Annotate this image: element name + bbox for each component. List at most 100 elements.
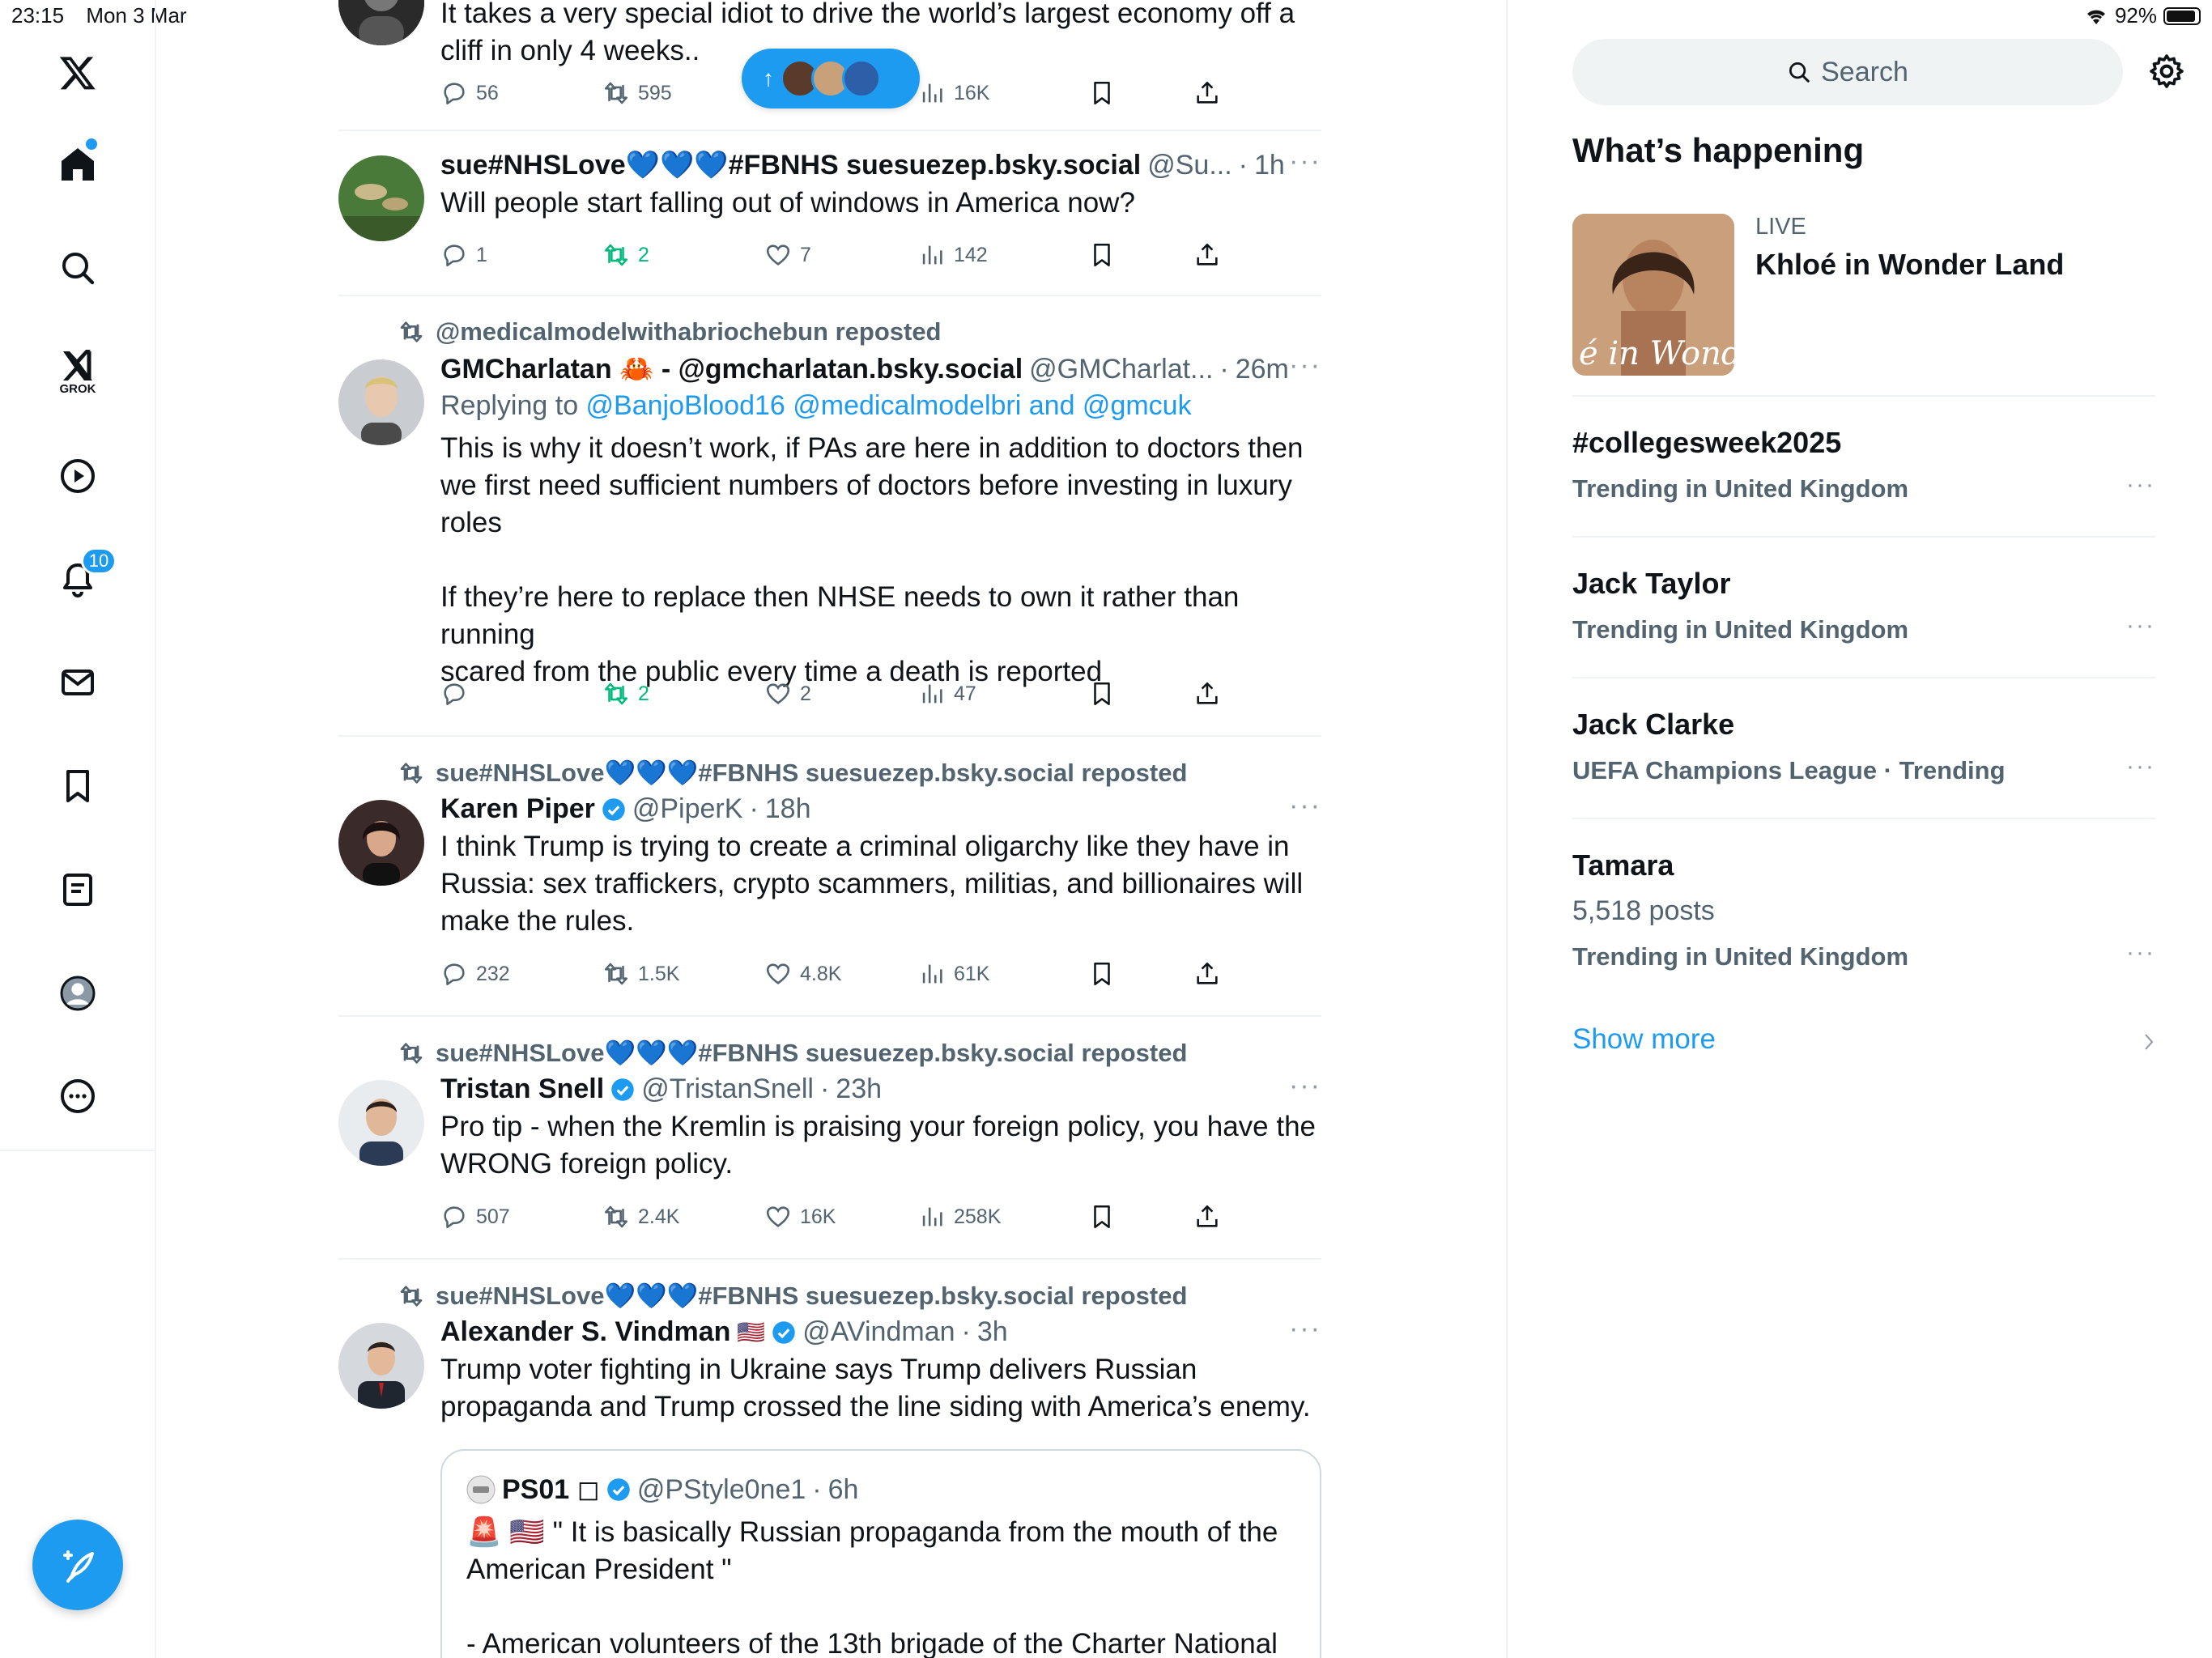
views-button[interactable]: 47 — [918, 680, 976, 708]
nav-messages[interactable] — [45, 650, 110, 715]
nav-notifications[interactable]: 10 — [45, 547, 117, 612]
reply-button[interactable]: 507 — [440, 1203, 510, 1231]
new-posts-pill[interactable]: ↑ — [742, 49, 920, 108]
reply-button[interactable] — [440, 680, 476, 708]
like-button[interactable]: 4.8K — [764, 960, 841, 988]
views-button[interactable]: 61K — [918, 960, 989, 988]
avatar[interactable] — [338, 155, 424, 241]
reply-button[interactable]: 1 — [440, 241, 487, 269]
nav-explore[interactable] — [45, 236, 110, 300]
nav-profile[interactable] — [45, 961, 110, 1026]
avatar[interactable] — [338, 1080, 424, 1166]
repost-button[interactable]: 595 — [602, 79, 672, 107]
views-button[interactable]: 142 — [918, 241, 988, 269]
trend-more-button[interactable]: ··· — [2126, 753, 2155, 780]
replying-to-users[interactable]: @BanjoBlood16 @medicalmodelbri and @gmcu… — [586, 390, 1192, 421]
avatar[interactable] — [466, 1475, 496, 1504]
x-logo-icon[interactable] — [45, 40, 110, 105]
trend-more-button[interactable]: ··· — [2126, 939, 2155, 967]
avatar[interactable] — [338, 0, 424, 45]
trend-item[interactable]: Jack Clarke UEFA Champions League · Tren… — [1572, 678, 2155, 819]
nav-grok[interactable]: GROK — [45, 340, 110, 405]
trend-item[interactable]: #collegesweek2025 Trending in United Kin… — [1572, 397, 2155, 538]
repost-by[interactable]: @medicalmodelwithabriochebun reposted — [436, 317, 942, 346]
author-name[interactable]: Tristan Snell — [440, 1073, 604, 1105]
tweet[interactable]: sue#NHSLove💙💙💙#FBNHS suesuezep.bsky.soci… — [338, 1017, 1321, 1260]
nav-more[interactable] — [45, 1064, 110, 1129]
author-name[interactable]: Karen Piper — [440, 793, 595, 825]
author-name[interactable]: GMCharlatan 🦀 - @gmcharlatan.bsky.social — [440, 353, 1023, 385]
quote-author-name[interactable]: PS01 ◻ — [502, 1473, 600, 1506]
trend-more-button[interactable]: ··· — [2126, 612, 2155, 640]
tweet-time[interactable]: 18h — [765, 793, 811, 825]
author-name[interactable]: Alexander S. Vindman — [440, 1316, 730, 1348]
nav-bookmarks[interactable] — [45, 754, 110, 818]
gear-icon[interactable] — [2147, 52, 2186, 91]
nav-home[interactable] — [45, 132, 110, 197]
tweet-more-button[interactable]: ··· — [1289, 790, 1321, 822]
sidebar-divider — [0, 1150, 156, 1151]
tweet-time[interactable]: 1h — [1254, 150, 1285, 181]
bookmark-button[interactable] — [1088, 241, 1116, 269]
nav-lists[interactable] — [45, 857, 110, 922]
author-handle[interactable]: @GMCharlat... — [1029, 354, 1213, 385]
bookmark-button[interactable] — [1088, 79, 1116, 107]
author-handle[interactable]: @Su... — [1147, 150, 1231, 181]
search-input[interactable]: Search — [1572, 39, 2123, 105]
bookmark-button[interactable] — [1088, 680, 1116, 708]
tweet-time[interactable]: 3h — [977, 1316, 1008, 1348]
repost-count: 2 — [638, 243, 649, 266]
share-button[interactable] — [1193, 79, 1221, 107]
share-button[interactable] — [1193, 960, 1221, 988]
tweet-time[interactable]: 23h — [836, 1073, 882, 1105]
author-handle[interactable]: @AVindman — [802, 1316, 955, 1348]
tweet-more-button[interactable]: ··· — [1289, 1313, 1321, 1345]
like-button[interactable]: 7 — [764, 241, 811, 269]
trend-more-button[interactable]: ··· — [2126, 471, 2155, 499]
avatar[interactable] — [338, 359, 424, 445]
trend-item[interactable]: Tamara 5,518 posts Trending in United Ki… — [1572, 819, 2155, 1007]
author-handle[interactable]: @PiperK — [632, 793, 743, 825]
tweet-more-button[interactable]: ··· — [1289, 350, 1321, 381]
repost-by[interactable]: sue#NHSLove💙💙💙#FBNHS suesuezep.bsky.soci… — [436, 758, 1187, 788]
quote-author-handle[interactable]: @PStyle0ne1 — [637, 1474, 806, 1506]
tweet-time[interactable]: 26m — [1236, 354, 1289, 385]
tweet[interactable]: sue#NHSLove💙💙💙#FBNHS suesuezep.bsky.soci… — [338, 131, 1321, 296]
share-button[interactable] — [1193, 1203, 1221, 1231]
avatar[interactable] — [338, 1323, 424, 1409]
repost-by[interactable]: sue#NHSLove💙💙💙#FBNHS suesuezep.bsky.soci… — [436, 1281, 1187, 1311]
repost-button[interactable]: 1.5K — [602, 960, 679, 988]
show-more-link[interactable]: Show more — [1572, 1023, 1716, 1056]
views-button[interactable]: 258K — [918, 1203, 1001, 1231]
repost-by[interactable]: sue#NHSLove💙💙💙#FBNHS suesuezep.bsky.soci… — [436, 1038, 1187, 1068]
like-button[interactable]: 2 — [764, 680, 811, 708]
repost-button[interactable]: 2 — [602, 680, 649, 708]
reply-button[interactable]: 232 — [440, 960, 510, 988]
tweet[interactable]: sue#NHSLove💙💙💙#FBNHS suesuezep.bsky.soci… — [338, 737, 1321, 1017]
quill-plus-icon — [63, 1550, 94, 1583]
tweet[interactable]: sue#NHSLove💙💙💙#FBNHS suesuezep.bsky.soci… — [338, 1260, 1321, 1658]
trend-item[interactable]: Jack Taylor Trending in United Kingdom ·… — [1572, 538, 2155, 678]
tweet-more-button[interactable]: ··· — [1289, 146, 1321, 177]
live-label: LIVE — [1755, 214, 1806, 240]
share-button[interactable] — [1193, 680, 1221, 708]
like-button[interactable]: 16K — [764, 1203, 836, 1231]
nav-videos[interactable] — [45, 444, 110, 508]
search-placeholder: Search — [1821, 56, 1908, 87]
reply-button[interactable]: 56 — [440, 79, 499, 107]
avatar[interactable] — [338, 800, 424, 886]
repost-icon — [604, 1205, 628, 1228]
share-button[interactable] — [1193, 241, 1221, 269]
tweet-more-button[interactable]: ··· — [1289, 1070, 1321, 1102]
bookmark-button[interactable] — [1088, 960, 1116, 988]
tweet[interactable]: @medicalmodelwithabriochebun reposted GM… — [338, 296, 1321, 737]
quoted-tweet[interactable]: PS01 ◻ @PStyle0ne1 · 6h 🚨 🇺🇸 " It is bas… — [440, 1449, 1321, 1658]
bookmark-button[interactable] — [1088, 1203, 1116, 1231]
repost-button[interactable]: 2 — [602, 241, 649, 269]
live-event-card[interactable]: é in Wonder l LIVE Khloé in Wonder Land — [1572, 214, 2155, 397]
views-button[interactable]: 16K — [918, 79, 989, 107]
author-handle[interactable]: @TristanSnell — [641, 1073, 814, 1105]
author-name[interactable]: sue#NHSLove💙💙💙#FBNHS suesuezep.bsky.soci… — [440, 149, 1141, 181]
repost-button[interactable]: 2.4K — [602, 1203, 679, 1231]
compose-post-button[interactable] — [32, 1520, 123, 1610]
